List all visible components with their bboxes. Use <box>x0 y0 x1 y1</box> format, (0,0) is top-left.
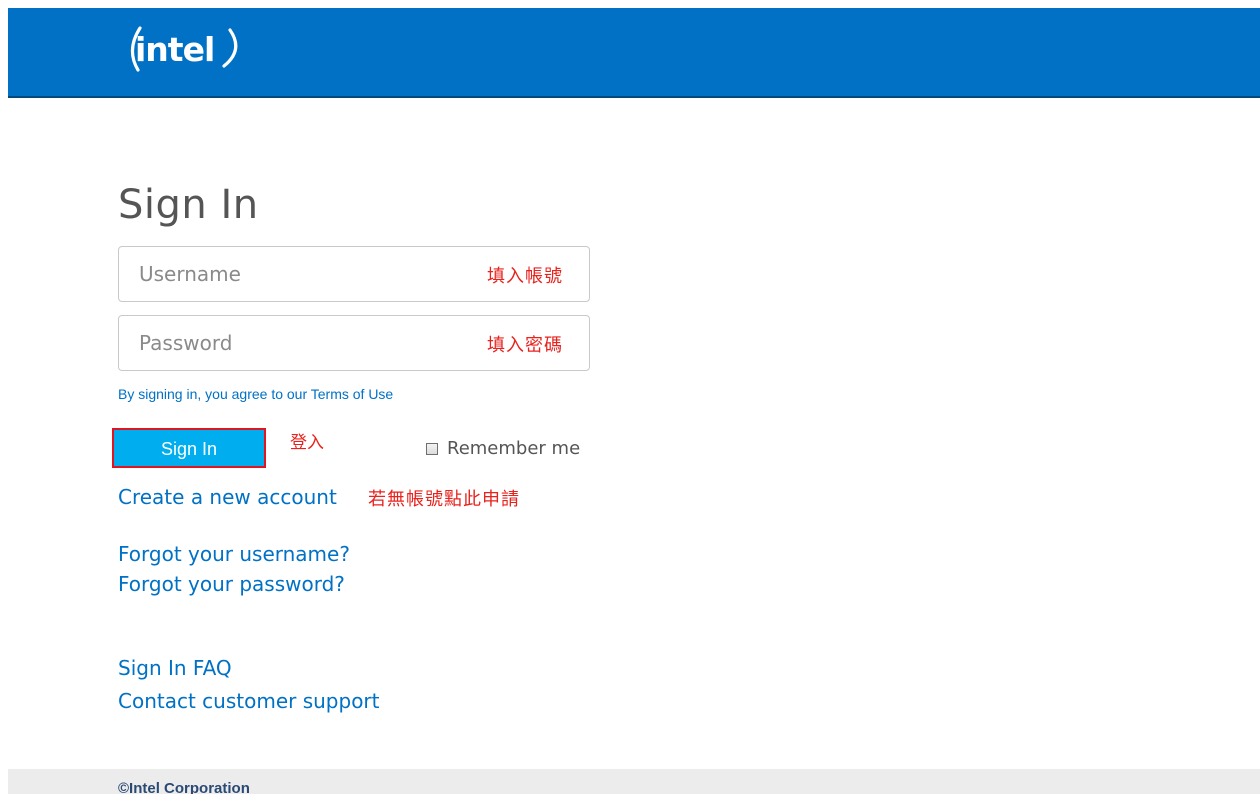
signin-faq-link[interactable]: Sign In FAQ <box>118 656 232 680</box>
password-input[interactable] <box>119 316 459 370</box>
remember-me-label: Remember me <box>447 438 581 459</box>
username-annotation: 填入帳號 <box>487 266 563 287</box>
intel-logo[interactable]: intel <box>126 24 246 76</box>
remember-me-checkbox[interactable]: Remember me <box>426 438 580 459</box>
contact-support-link[interactable]: Contact customer support <box>118 689 380 713</box>
signin-annotation: 登入 <box>290 433 324 453</box>
password-field[interactable]: 填入密碼 <box>118 315 590 371</box>
signin-button[interactable]: Sign In <box>114 430 264 468</box>
create-account-link[interactable]: Create a new account <box>118 485 337 509</box>
page-title: Sign In <box>118 182 259 228</box>
signin-button-wrapper: Sign In <box>112 428 268 470</box>
forgot-username-link[interactable]: Forgot your username? <box>118 542 350 566</box>
site-header: intel <box>8 8 1260 98</box>
terms-of-use-link[interactable]: By signing in, you agree to our Terms of… <box>118 386 393 402</box>
username-input[interactable] <box>119 247 459 301</box>
forgot-password-link[interactable]: Forgot your password? <box>118 572 345 596</box>
page: intel Sign In 填入帳號 填入密碼 By signing in, y… <box>0 0 1260 794</box>
copyright-text: ©Intel Corporation <box>118 780 250 794</box>
create-account-annotation: 若無帳號點此申請 <box>368 489 520 510</box>
username-field[interactable]: 填入帳號 <box>118 246 590 302</box>
logo-text: intel <box>135 30 215 69</box>
password-annotation: 填入密碼 <box>487 335 563 356</box>
checkbox-icon[interactable] <box>426 442 438 455</box>
site-footer: ©Intel Corporation <box>8 769 1260 794</box>
